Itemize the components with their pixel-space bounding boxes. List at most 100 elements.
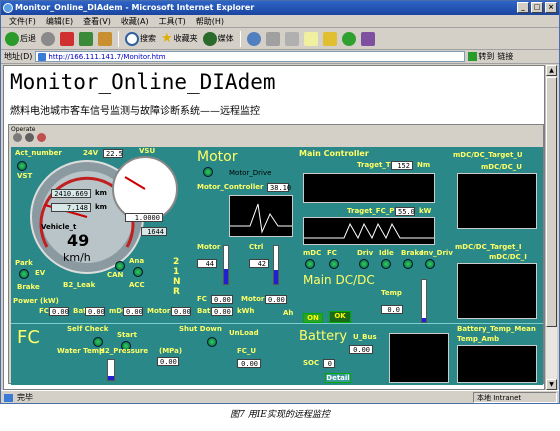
dcdc-on-button[interactable]: ON [303, 313, 323, 323]
mail-button[interactable] [265, 30, 281, 48]
b2-leak-label: B2_Leak [63, 281, 96, 289]
gear-r: R [173, 287, 180, 297]
media-button[interactable]: 媒体 [202, 30, 235, 48]
vst-led [17, 161, 27, 171]
operate-menu[interactable]: Operate [11, 126, 35, 133]
mode-driv-label: Driv [357, 249, 374, 257]
menu-file[interactable]: 文件(F) [5, 15, 40, 27]
u-bus-label: U_Bus [353, 333, 377, 341]
ctrl-temp-label: Ctrl [249, 243, 264, 251]
energy-bat-label: Bat [197, 307, 211, 315]
torque-graph [303, 173, 435, 203]
forward-button[interactable] [40, 30, 56, 48]
browser-window: Monitor_Online_DIAdem - Microsoft Intern… [0, 0, 560, 404]
edit-button[interactable] [303, 30, 319, 48]
speed-value: 49 [67, 231, 90, 250]
abort-icon[interactable] [37, 133, 46, 142]
traget-t-label: Traget_T [357, 161, 391, 169]
power-motor-label: Motor [147, 307, 171, 315]
messenger-icon [341, 31, 356, 46]
u-bus-value: 0.00 [349, 345, 373, 354]
shut-down-led [207, 337, 217, 347]
mode-fc-led [329, 259, 339, 269]
menu-tools[interactable]: 工具(T) [155, 15, 190, 27]
trip-unit: km [95, 203, 107, 211]
history-icon [246, 31, 261, 46]
page-subtitle: 燃料电池城市客车信号监测与故障诊断系统——远程监控 [10, 106, 260, 117]
page-title: Monitor_Online_DIAdem [10, 70, 276, 94]
motor-drive-led [203, 167, 213, 177]
gear-n: N [173, 277, 181, 287]
mode-fc-label: FC [327, 249, 337, 257]
stop-icon [60, 31, 74, 46]
forward-arrow-icon [41, 31, 55, 46]
menu-favorites[interactable]: 收藏(A) [117, 15, 153, 27]
temp-amb-label: Temp_Amb [457, 335, 500, 343]
mode-inv-driv-led [425, 259, 435, 269]
close-button[interactable]: × [545, 2, 557, 13]
status-text: 完毕 [17, 393, 33, 402]
motor-temp-label: Motor [197, 243, 221, 251]
mode-idle-label: Idle [379, 249, 394, 257]
power-motor-value: 0.00 [171, 307, 191, 316]
detail-button[interactable]: Detail [325, 373, 351, 383]
power-bat-value: 0.00 [85, 307, 105, 316]
messenger-button[interactable] [341, 30, 357, 48]
page-icon [38, 53, 47, 61]
dcdc-temp-label: Temp [381, 289, 402, 297]
edit-icon [303, 31, 318, 46]
water-temp-label: Water Temp [57, 347, 105, 355]
unload-label: UnLoad [229, 329, 259, 337]
tool-button[interactable] [360, 30, 376, 48]
print-button[interactable] [284, 30, 300, 48]
go-button[interactable]: 转到 [468, 51, 494, 62]
motor-controller-value: 38.10 [267, 183, 291, 192]
history-button[interactable] [246, 30, 262, 48]
traget-fc-label: Traget_FC_P [347, 207, 395, 215]
water-temp-tank [107, 359, 115, 381]
dcdc-temp-tank [421, 279, 427, 323]
power-fc-value: 0.00 [49, 307, 69, 316]
address-input[interactable]: http://166.111.141.7/Monitor.htm [35, 51, 466, 62]
run-continuous-icon[interactable] [25, 133, 34, 142]
fc-u-label: FC_U [237, 347, 257, 355]
scroll-up-button[interactable]: ▲ [546, 65, 557, 76]
discuss-button[interactable] [322, 30, 338, 48]
maximize-button[interactable]: □ [531, 2, 543, 13]
vertical-scrollbar[interactable]: ▲ ▼ [545, 65, 557, 390]
refresh-button[interactable] [78, 30, 94, 48]
ah-unit: Ah [283, 309, 294, 317]
kwh-unit: kWh [237, 307, 255, 315]
soc-value: 0 [323, 359, 335, 368]
minimize-button[interactable]: _ [517, 2, 529, 13]
motor-drive-label: Motor_Drive [229, 169, 272, 177]
scroll-down-button[interactable]: ▼ [546, 379, 557, 390]
ctrl-temp-value: 42 [249, 259, 269, 268]
links-button[interactable]: 链接 [497, 51, 513, 62]
ie-icon [3, 3, 13, 13]
menu-view[interactable]: 查看(V) [79, 15, 115, 27]
mpa-unit: (MPa) [159, 347, 183, 355]
vsu-label: VSU [139, 147, 156, 155]
home-button[interactable] [97, 30, 113, 48]
fc-heading: FC [17, 327, 40, 348]
park-label: Park [15, 259, 33, 267]
window-title: Monitor_Online_DIAdem - Microsoft Intern… [15, 3, 255, 12]
favorites-button[interactable]: ★ 收藏夹 [160, 30, 199, 48]
back-button[interactable]: 后退 [4, 30, 37, 48]
refresh-icon [79, 31, 93, 46]
search-button[interactable]: 搜索 [124, 30, 157, 48]
dcdc-temp-value: 0.0 [381, 305, 403, 314]
mdc-i-graph [457, 263, 537, 319]
traget-fc-value: 55.0 [395, 207, 415, 216]
stop-button[interactable] [59, 30, 75, 48]
menu-edit[interactable]: 编辑(E) [42, 15, 77, 27]
scroll-thumb[interactable] [546, 77, 557, 327]
page-done-icon [4, 394, 13, 402]
mdc-i-label: mDC/DC_I [489, 253, 527, 261]
run-arrow-icon[interactable] [13, 133, 22, 142]
mdc-u-graph [457, 173, 537, 229]
power-fc-label: FC [39, 307, 49, 315]
battery-temp-mean-label: Battery_Temp_Mean [457, 325, 536, 333]
menu-help[interactable]: 帮助(H) [192, 15, 228, 27]
